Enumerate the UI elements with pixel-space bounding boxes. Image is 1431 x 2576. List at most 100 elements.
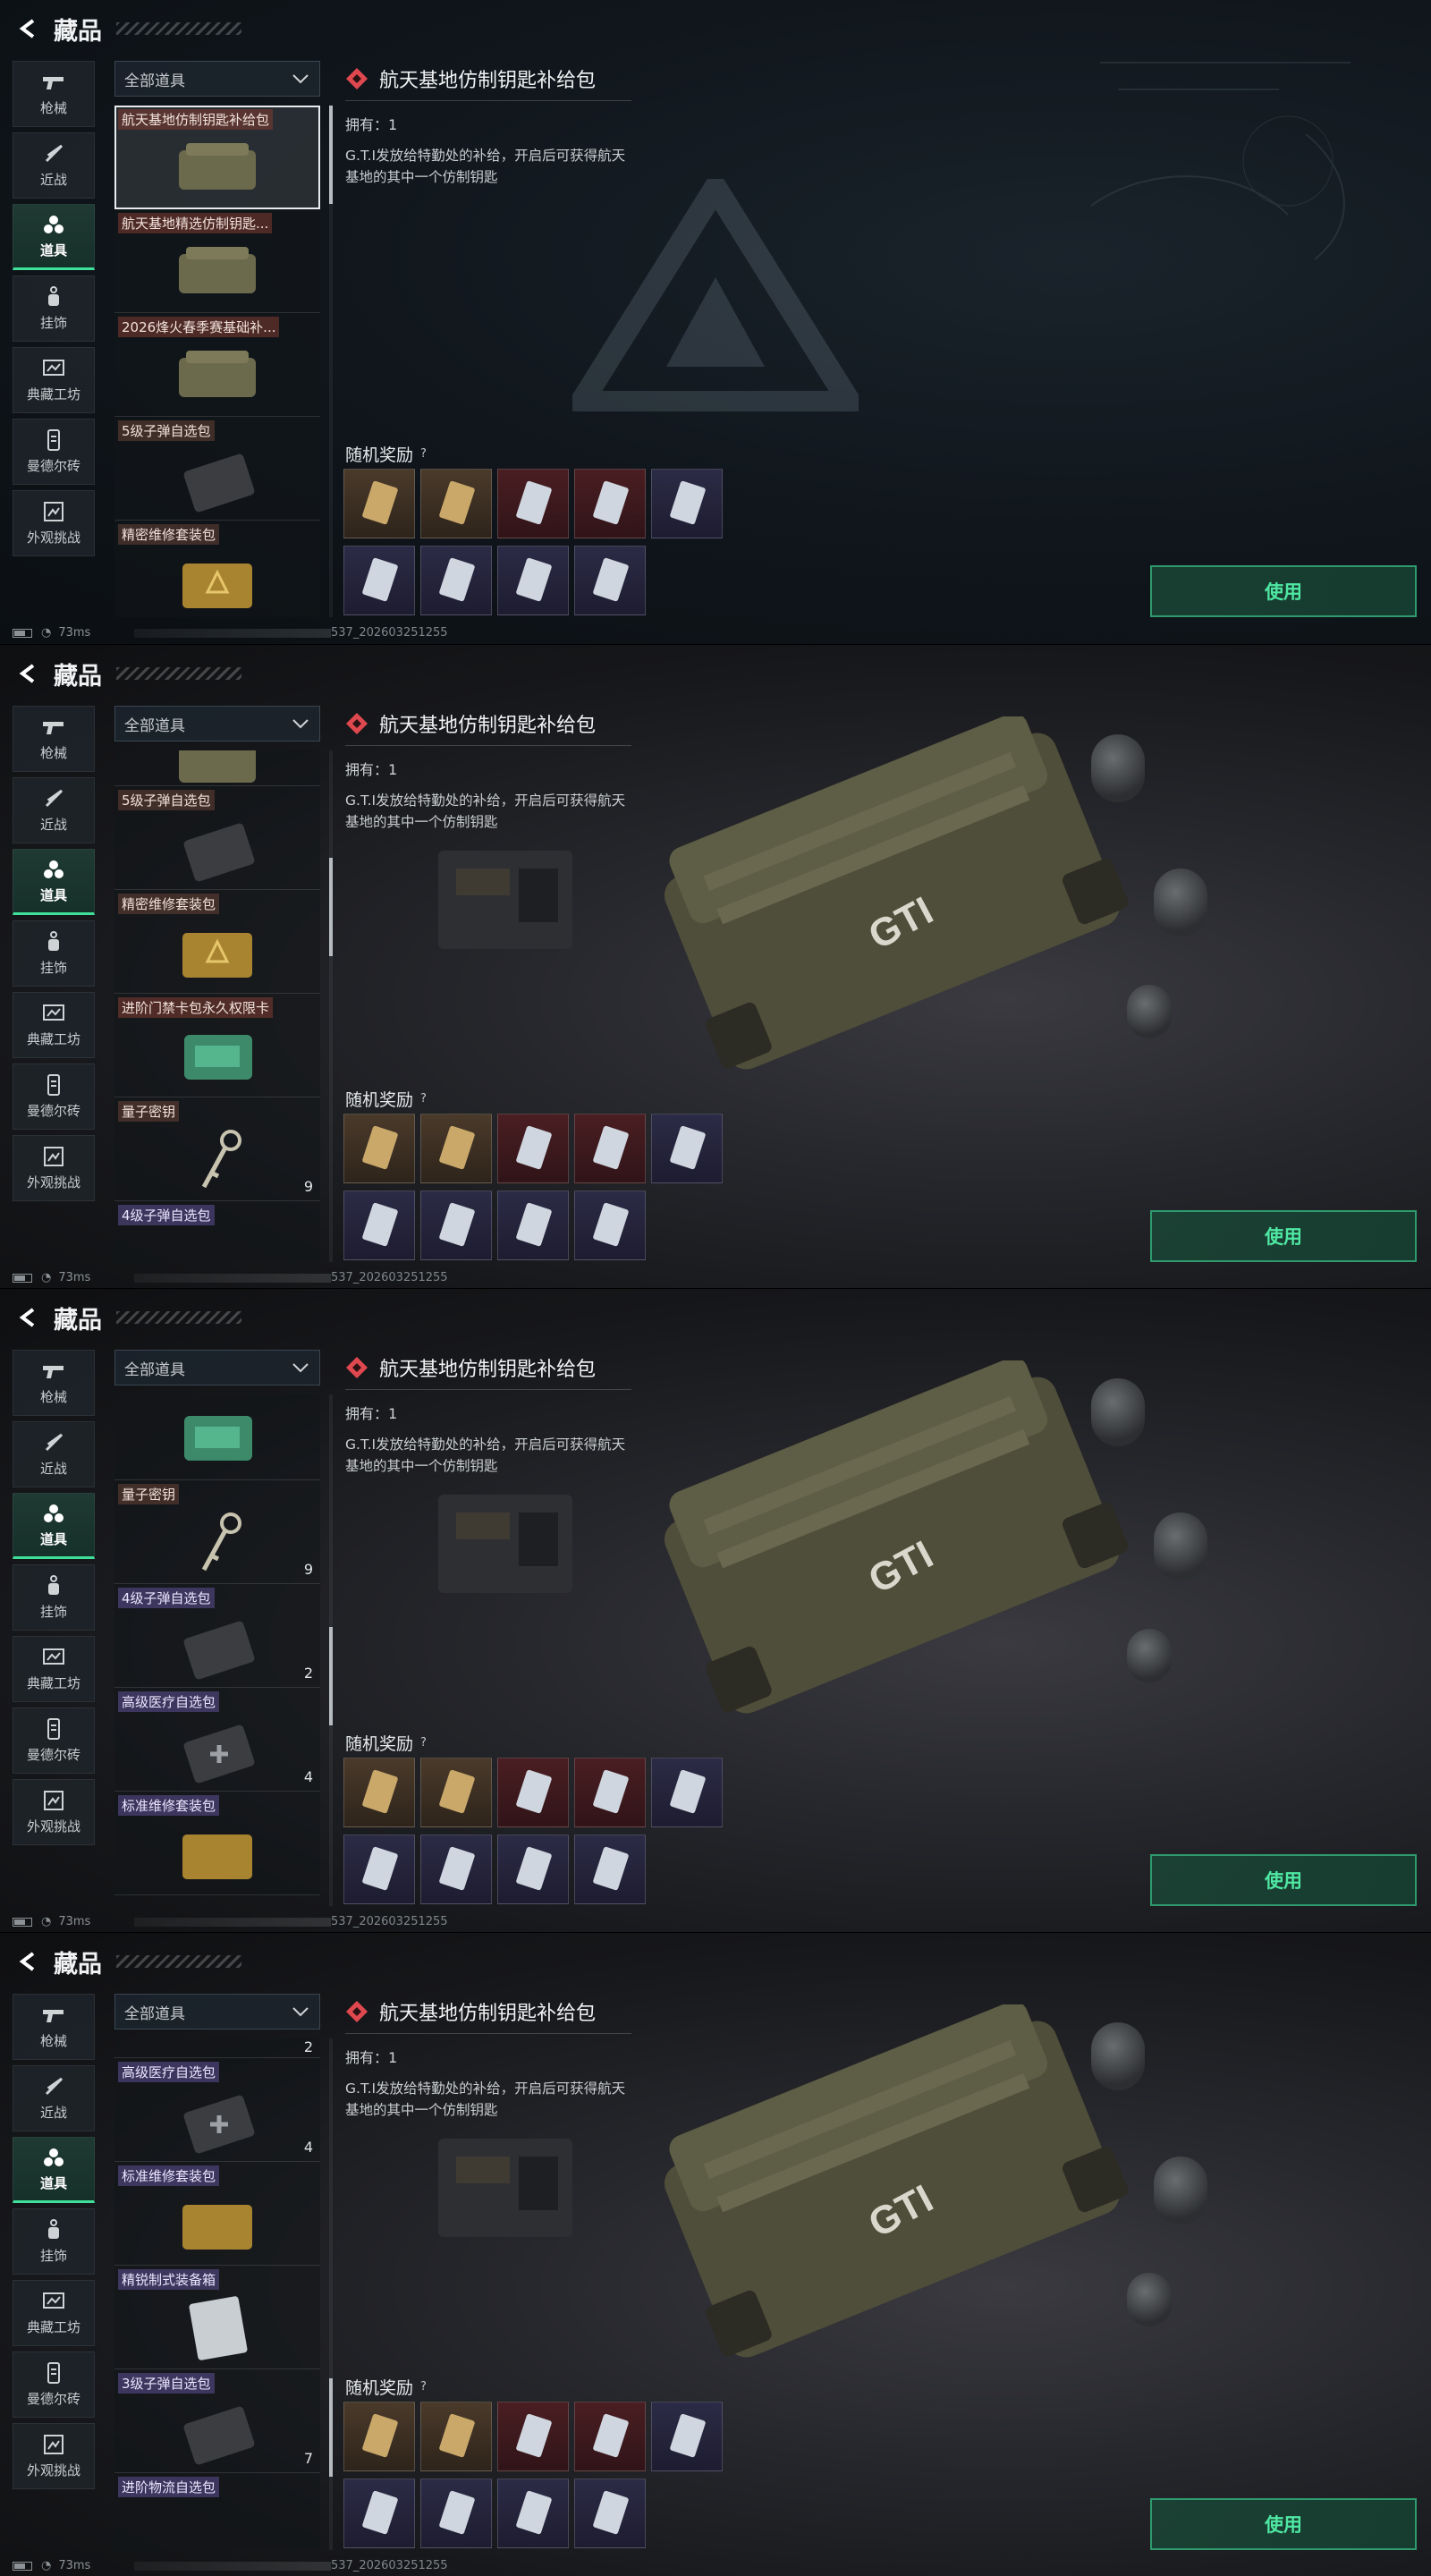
reward-slot[interactable] <box>574 1758 646 1827</box>
item-list[interactable]: 5级子弹自选包 精密维修套装包 进阶门禁卡包永久权限卡 量子密钥 9 4级子弹自… <box>114 750 320 1262</box>
list-item[interactable]: 2 <box>114 2038 320 2058</box>
reward-slot[interactable] <box>497 546 569 615</box>
help-icon[interactable]: ? <box>420 2380 427 2394</box>
list-item[interactable]: 精密维修套装包 <box>114 890 320 994</box>
item-filter-dropdown[interactable]: 全部道具 <box>114 706 320 741</box>
list-scrollbar[interactable] <box>329 2038 333 2550</box>
list-item[interactable]: 精锐制式装备箱 <box>114 2266 320 2369</box>
reward-slot[interactable] <box>343 1835 415 1904</box>
reward-slot[interactable] <box>343 2402 415 2471</box>
reward-slot[interactable] <box>651 469 723 538</box>
nav-item-challenges[interactable]: 外观挑战 <box>13 2423 95 2489</box>
list-item[interactable]: 3级子弹自选包 7 <box>114 2369 320 2473</box>
nav-item-charms[interactable]: 挂饰 <box>13 920 95 987</box>
back-arrow-icon[interactable] <box>14 1304 41 1331</box>
list-item[interactable]: 量子密钥 9 <box>114 1480 320 1584</box>
list-item[interactable]: 精密维修套装包 <box>114 521 320 617</box>
list-item[interactable] <box>114 750 320 786</box>
reward-slot[interactable] <box>420 1835 492 1904</box>
list-item[interactable]: 航天基地精选仿制钥匙... <box>114 209 320 313</box>
nav-item-bricks[interactable]: 曼德尔砖 <box>13 2351 95 2418</box>
nav-item-workshop[interactable]: 典藏工坊 <box>13 1636 95 1702</box>
nav-item-melee[interactable]: 近战 <box>13 1421 95 1487</box>
list-item[interactable]: 高级医疗自选包 4 <box>114 2058 320 2162</box>
scroll-thumb[interactable] <box>329 1627 333 1725</box>
reward-slot[interactable] <box>343 546 415 615</box>
nav-item-guns[interactable]: 枪械 <box>13 61 95 127</box>
reward-slot[interactable] <box>574 546 646 615</box>
nav-item-melee[interactable]: 近战 <box>13 132 95 199</box>
reward-slot[interactable] <box>343 1758 415 1827</box>
item-filter-dropdown[interactable]: 全部道具 <box>114 1350 320 1385</box>
reward-slot[interactable] <box>574 1114 646 1183</box>
nav-item-guns[interactable]: 枪械 <box>13 1994 95 2060</box>
reward-slot[interactable] <box>497 1835 569 1904</box>
reward-slot[interactable] <box>343 1191 415 1260</box>
reward-slot[interactable] <box>651 1758 723 1827</box>
reward-slot[interactable] <box>343 469 415 538</box>
list-item[interactable]: 航天基地仿制钥匙补给包 <box>114 106 320 209</box>
help-icon[interactable]: ? <box>420 1092 427 1106</box>
list-item[interactable]: 高级医疗自选包 4 <box>114 1688 320 1792</box>
reward-slot[interactable] <box>497 2402 569 2471</box>
reward-slot[interactable] <box>651 1114 723 1183</box>
list-item[interactable]: 进阶门禁卡包永久权限卡 <box>114 994 320 1097</box>
list-scrollbar[interactable] <box>329 750 333 1262</box>
nav-item-workshop[interactable]: 典藏工坊 <box>13 992 95 1058</box>
nav-item-guns[interactable]: 枪械 <box>13 1350 95 1416</box>
help-icon[interactable]: ? <box>420 447 427 461</box>
list-item[interactable]: 4级子弹自选包 2 <box>114 1584 320 1688</box>
reward-slot[interactable] <box>420 1191 492 1260</box>
nav-item-challenges[interactable]: 外观挑战 <box>13 1779 95 1845</box>
nav-item-challenges[interactable]: 外观挑战 <box>13 490 95 556</box>
list-item[interactable]: 标准维修套装包 <box>114 1792 320 1895</box>
reward-slot[interactable] <box>574 1835 646 1904</box>
list-item[interactable]: 2026烽火春季赛基础补... <box>114 313 320 417</box>
nav-item-melee[interactable]: 近战 <box>13 777 95 843</box>
list-item[interactable]: 进阶物流自选包 <box>114 2473 320 2550</box>
nav-item-challenges[interactable]: 外观挑战 <box>13 1135 95 1201</box>
reward-slot[interactable] <box>497 1114 569 1183</box>
nav-item-charms[interactable]: 挂饰 <box>13 275 95 342</box>
back-arrow-icon[interactable] <box>14 660 41 687</box>
use-button[interactable]: 使用 <box>1150 565 1417 617</box>
reward-slot[interactable] <box>420 1758 492 1827</box>
reward-slot[interactable] <box>420 2479 492 2548</box>
nav-item-items[interactable]: 道具 <box>13 2137 95 2203</box>
list-item[interactable]: 5级子弹自选包 <box>114 417 320 521</box>
reward-slot[interactable] <box>420 1114 492 1183</box>
reward-slot[interactable] <box>420 2402 492 2471</box>
reward-slot[interactable] <box>574 469 646 538</box>
reward-slot[interactable] <box>651 2402 723 2471</box>
reward-slot[interactable] <box>574 2479 646 2548</box>
list-scrollbar[interactable] <box>329 106 333 617</box>
item-list[interactable]: 量子密钥 9 4级子弹自选包 2 高级医疗自选包 4 标准维修套装包 <box>114 1394 320 1906</box>
reward-slot[interactable] <box>497 469 569 538</box>
reward-slot[interactable] <box>420 469 492 538</box>
reward-slot[interactable] <box>574 2402 646 2471</box>
nav-item-charms[interactable]: 挂饰 <box>13 2208 95 2275</box>
use-button[interactable]: 使用 <box>1150 1854 1417 1906</box>
reward-slot[interactable] <box>420 546 492 615</box>
list-item[interactable]: 量子密钥 9 <box>114 1097 320 1201</box>
nav-item-bricks[interactable]: 曼德尔砖 <box>13 419 95 485</box>
item-filter-dropdown[interactable]: 全部道具 <box>114 61 320 97</box>
reward-slot[interactable] <box>343 2479 415 2548</box>
item-list[interactable]: 航天基地仿制钥匙补给包 航天基地精选仿制钥匙... 2026烽火春季赛基础补..… <box>114 106 320 617</box>
nav-item-workshop[interactable]: 典藏工坊 <box>13 2280 95 2346</box>
reward-slot[interactable] <box>343 1114 415 1183</box>
item-list[interactable]: 2 高级医疗自选包 4 标准维修套装包 精锐制式装备箱 3级子弹自选包 7 进阶… <box>114 2038 320 2550</box>
nav-item-bricks[interactable]: 曼德尔砖 <box>13 1063 95 1130</box>
help-icon[interactable]: ? <box>420 1736 427 1750</box>
nav-item-items[interactable]: 道具 <box>13 204 95 270</box>
scroll-thumb[interactable] <box>329 2378 333 2477</box>
nav-item-charms[interactable]: 挂饰 <box>13 1564 95 1631</box>
nav-item-melee[interactable]: 近战 <box>13 2065 95 2131</box>
list-item[interactable]: 标准维修套装包 <box>114 2162 320 2266</box>
reward-slot[interactable] <box>497 1758 569 1827</box>
list-scrollbar[interactable] <box>329 1394 333 1906</box>
back-arrow-icon[interactable] <box>14 1948 41 1975</box>
nav-item-guns[interactable]: 枪械 <box>13 706 95 772</box>
list-item[interactable]: 4级子弹自选包 <box>114 1201 320 1262</box>
list-item[interactable] <box>114 1394 320 1480</box>
